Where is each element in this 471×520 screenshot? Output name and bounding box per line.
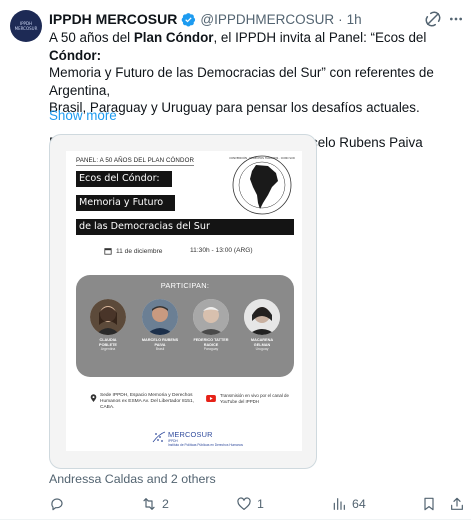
bookmark-button[interactable] [421, 496, 437, 512]
share-button[interactable] [449, 496, 465, 512]
poster-title-line-3: de las Democracias del Sur [76, 219, 294, 235]
tweet[interactable]: IPPDH MERCOSUR IPPDH MERCOSUR @IPPDHMERCO… [0, 0, 471, 520]
like-button[interactable]: 1 [236, 496, 264, 512]
participant-2: MARCELO RUBENS PAIVA Brasil [135, 299, 185, 352]
reply-button[interactable] [49, 496, 70, 512]
tweet-media-image[interactable]: PANEL: A 50 AÑOS DEL PLAN CÓNDOR Ecos de… [49, 134, 317, 469]
participant-name: FEDERICO TATTER RADICE [193, 338, 229, 347]
views-count: 64 [352, 497, 366, 511]
poster-title-line-2: Memoria y Futuro [76, 195, 175, 211]
participant-country: Paraguay [203, 347, 219, 352]
separator-dot: · [338, 11, 343, 27]
location-pin-icon [90, 394, 97, 402]
verified-badge-icon [182, 12, 196, 26]
text-bold-colon: : [96, 47, 102, 63]
participant-4: MACARENA GELMAN Uruguay [237, 299, 287, 352]
calendar-icon [104, 248, 112, 255]
text-bold-condor: Cóndor [49, 47, 97, 63]
retweet-button[interactable]: 2 [141, 496, 169, 512]
tweet-time[interactable]: 1h [347, 12, 362, 27]
text-line-2: Memoria y Futuro de las Democracias del … [49, 65, 434, 98]
event-stream: Transmisión en vivo por el canal de YouT… [220, 393, 289, 404]
participant-country: Argentina [100, 347, 116, 352]
event-date-text: 11 de diciembre [116, 247, 163, 255]
participant-photo [193, 299, 229, 335]
participant-name: CLAUDIA POBLETE [99, 338, 117, 347]
poster-rule [76, 165, 194, 166]
participant-3: FEDERICO TATTER RADICE Paraguay [186, 299, 236, 352]
participants-panel: PARTICIPAN: CLAUDIA POBLETE Argentina MA… [76, 275, 294, 377]
poster-title-line-1: Ecos del Cóndor: [76, 171, 172, 187]
account-avatar[interactable]: IPPDH MERCOSUR [10, 10, 42, 42]
participant-name: MARCELO RUBENS PAIVA [141, 338, 179, 347]
mercosur-stars-icon [152, 431, 166, 443]
retweet-count: 2 [162, 497, 169, 511]
participant-1: CLAUDIA POBLETE Argentina [83, 299, 133, 352]
display-name[interactable]: IPPDH MERCOSUR [49, 11, 177, 27]
bookmark-icon [424, 497, 434, 511]
participant-photo [244, 299, 280, 335]
like-icon [237, 497, 251, 510]
grok-icon[interactable] [424, 10, 442, 28]
event-poster: PANEL: A 50 AÑOS DEL PLAN CÓNDOR Ecos de… [66, 151, 302, 451]
logo-sub-2: Instituto de Políticas Públicas en Derec… [168, 443, 243, 447]
views-icon [333, 498, 345, 510]
participant-photo [90, 299, 126, 335]
south-america-seal-icon: CONVENCIÓN · DERECHOS HUMANOS · CONO SUR [229, 155, 295, 215]
tagged-users[interactable]: Andressa Caldas and 2 others [49, 472, 216, 486]
logo-name: MERCOSUR [168, 430, 213, 439]
like-count: 1 [257, 497, 264, 511]
poster-kicker: PANEL: A 50 AÑOS DEL PLAN CÓNDOR [76, 157, 195, 164]
event-time: 11:30h - 13:00 (ARG) [186, 247, 253, 254]
participant-photo [142, 299, 178, 335]
participant-country: Uruguay [255, 347, 269, 352]
participants-title: PARTICIPAN: [160, 281, 210, 290]
views-button[interactable]: 64 [331, 496, 366, 512]
event-venue: Sede IPPDH, Espacio Memoria y Derechos H… [100, 393, 194, 410]
tweet-header: IPPDH MERCOSUR @IPPDHMERCOSUR · 1h [49, 10, 362, 28]
more-icon[interactable] [447, 11, 465, 27]
share-icon [451, 497, 463, 510]
mercosur-ippdh-logo: MERCOSUR IPPDH Instituto de Políticas Pú… [152, 429, 243, 453]
tweet-actions: 2 1 64 [49, 496, 467, 514]
event-date: 11 de diciembre [104, 247, 162, 255]
account-handle[interactable]: @IPPDHMERCOSUR [200, 12, 334, 27]
youtube-icon [206, 395, 216, 402]
reply-icon [51, 498, 63, 511]
text-bold-plan-condor: Plan Cóndor [133, 30, 214, 45]
event-time-text: 11:30h - 13:00 (ARG) [190, 247, 253, 254]
show-more-link[interactable]: Show more [49, 108, 117, 123]
retweet-icon [143, 498, 155, 510]
avatar-logo-text: IPPDH MERCOSUR [14, 21, 38, 31]
text-line-1c: , el IPPDH invita al Panel: “Ecos del [213, 30, 427, 45]
participant-country: Brasil [155, 347, 165, 352]
participant-name: MACARENA GELMAN [250, 338, 274, 347]
text-line-1a: A 50 años del [49, 30, 134, 45]
